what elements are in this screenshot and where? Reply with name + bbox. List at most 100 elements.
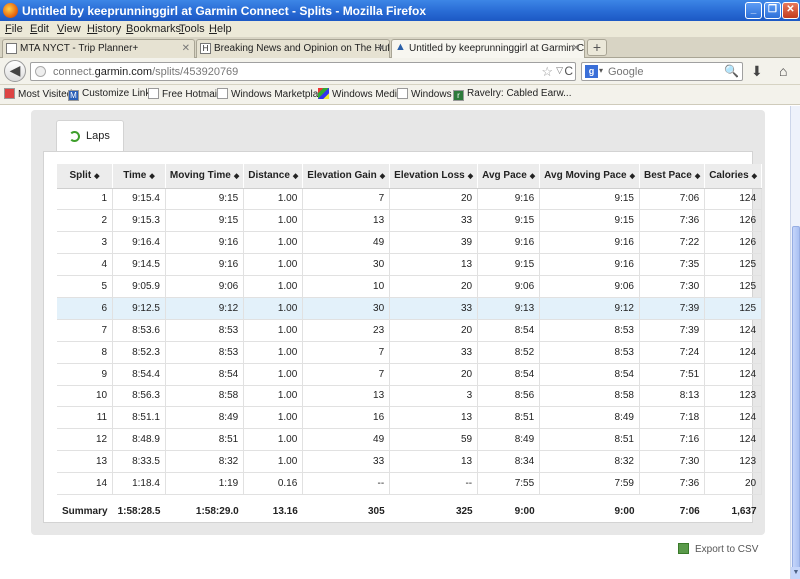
reload-icon[interactable]: C <box>564 64 573 78</box>
column-header-avg-pace[interactable]: Avg Pace ◆ <box>477 164 541 189</box>
table-row[interactable]: 10 8:56.3 8:58 1.00 13 3 8:56 8:58 8:13 123 <box>57 385 763 408</box>
maximize-button[interactable]: ❐ <box>764 2 781 19</box>
table-cell: 7:30 <box>639 275 706 298</box>
sort-icon[interactable]: ◆ <box>468 173 473 180</box>
menu-view[interactable]: View <box>57 23 81 35</box>
menu-edit[interactable]: Edit <box>30 23 49 35</box>
table-row[interactable]: 9 8:54.4 8:54 1.00 7 20 8:54 8:54 7:51 124 <box>57 363 763 386</box>
table-row[interactable]: 14 1:18.4 1:19 0.16 -- -- 7:55 7:59 7:36 20 <box>57 472 763 495</box>
export-csv-link[interactable]: Export to CSV <box>678 543 758 555</box>
bookmark-customize-links[interactable]: M Customize Links <box>68 88 155 101</box>
scrollbar-thumb[interactable] <box>792 226 800 579</box>
table-cell: 1.00 <box>243 253 304 277</box>
tab-huffington-post[interactable]: H Breaking News and Opinion on The Huffi… <box>196 39 390 58</box>
new-tab-button[interactable]: + <box>587 39 607 56</box>
splits-table: Split ◆ Time ◆ Moving Time ◆ Distance ◆ Elevatio… <box>57 164 763 527</box>
google-icon[interactable]: g <box>585 65 598 78</box>
menu-history[interactable]: History <box>87 23 121 35</box>
windows-logo-icon <box>318 88 329 99</box>
download-icon[interactable]: ⬇ <box>751 63 763 80</box>
column-header-best-pace[interactable]: Best Pace ◆ <box>639 164 706 189</box>
table-row[interactable]: 5 9:05.9 9:06 1.00 10 20 9:06 9:06 7:30 125 <box>57 275 763 298</box>
menu-help[interactable]: Help <box>209 23 232 35</box>
bookmark-windows-media[interactable]: Windows Media <box>318 88 403 100</box>
sort-icon[interactable]: ◆ <box>380 173 385 180</box>
minimize-button[interactable]: _ <box>745 2 762 19</box>
title-bar: Untitled by keeprunninggirl at Garmin Co… <box>0 0 800 21</box>
column-header-distance[interactable]: Distance ◆ <box>243 164 304 189</box>
bookmark-windows-marketplace[interactable]: Windows Marketplace <box>217 88 329 100</box>
back-button[interactable]: ◀ <box>4 60 26 82</box>
table-row[interactable]: 12 8:48.9 8:51 1.00 49 59 8:49 8:51 7:16 124 <box>57 428 763 452</box>
dropdown-icon[interactable]: ▽ <box>556 65 563 76</box>
sort-icon[interactable]: ◆ <box>234 173 239 180</box>
column-header-avg-moving-pace[interactable]: Avg Moving Pace ◆ <box>539 164 640 189</box>
close-tab-icon[interactable]: ✕ <box>377 40 385 57</box>
sort-icon[interactable]: ◆ <box>149 173 154 180</box>
table-cell: 1.00 <box>243 297 304 320</box>
sort-icon[interactable]: ◆ <box>752 173 757 180</box>
table-cell: 30 <box>302 297 391 320</box>
table-row[interactable]: 2 9:15.3 9:15 1.00 13 33 9:15 9:15 7:36 126 <box>57 209 763 233</box>
search-input[interactable] <box>608 65 718 79</box>
tab-label: Untitled by keeprunninggirl at Garmin Co… <box>409 43 585 54</box>
huffpost-icon: H <box>200 43 211 54</box>
column-header-elevation-loss[interactable]: Elevation Loss ◆ <box>389 164 479 189</box>
table-cell: 7:36 <box>639 209 706 233</box>
table-cell: 7:39 <box>639 297 706 320</box>
address-bar[interactable]: connect.garmin.com/splits/453920769 ☆ ▽ … <box>30 62 576 81</box>
close-tab-icon[interactable]: ✕ <box>182 40 190 57</box>
sort-icon[interactable]: ◆ <box>695 173 700 180</box>
table-row[interactable]: 7 8:53.6 8:53 1.00 23 20 8:54 8:53 7:39 124 <box>57 319 763 342</box>
sort-icon[interactable]: ◆ <box>630 173 635 180</box>
table-cell: 6 <box>57 297 114 320</box>
search-icon[interactable]: 🔍 <box>724 64 739 78</box>
bookmark-windows[interactable]: Windows <box>397 88 452 100</box>
tab-mta-trip-planner[interactable]: MTA NYCT - Trip Planner+ ✕ <box>2 39 195 58</box>
tab-laps[interactable]: Laps <box>56 120 124 152</box>
menu-file[interactable]: File <box>5 23 23 35</box>
table-row[interactable]: 4 9:14.5 9:16 1.00 30 13 9:15 9:16 7:35 125 <box>57 253 763 277</box>
table-cell: 8:53 <box>539 319 640 342</box>
table-header-row: Split ◆ Time ◆ Moving Time ◆ Distance ◆ Elevatio… <box>57 164 763 189</box>
table-cell: 8:49 <box>477 428 541 452</box>
tab-garmin-connect[interactable]: ▲ Untitled by keeprunninggirl at Garmin … <box>391 39 585 58</box>
bookmark-ravelry[interactable]: r Ravelry: Cabled Earw... <box>453 88 572 101</box>
close-tab-icon[interactable]: ✕ <box>572 40 580 57</box>
table-cell: 124 <box>704 341 763 364</box>
summary-cell: 1:58:28.5 <box>117 505 161 517</box>
summary-cell: 7:06 <box>679 505 700 517</box>
column-header-time[interactable]: Time ◆ <box>112 164 166 189</box>
table-cell: 30 <box>302 253 391 277</box>
summary-row: Summary 1:58:28.5 1:58:29.0 13.16 305 325 9:00… <box>57 494 762 527</box>
sort-icon[interactable]: ◆ <box>94 173 99 180</box>
table-cell: 8:49 <box>165 406 245 430</box>
sort-icon[interactable]: ◆ <box>293 173 298 180</box>
bookmark-most-visited[interactable]: Most Visited <box>4 88 72 100</box>
home-icon[interactable]: ⌂ <box>779 63 787 79</box>
table-row[interactable]: 1 9:15.4 9:15 1.00 7 20 9:16 9:15 7:06 124 <box>57 188 763 211</box>
bookmark-star-icon[interactable]: ☆ <box>541 64 553 80</box>
table-row[interactable]: 8 8:52.3 8:53 1.00 7 33 8:52 8:53 7:24 124 <box>57 341 763 364</box>
table-row[interactable]: 3 9:16.4 9:16 1.00 49 39 9:16 9:16 7:22 126 <box>57 231 763 255</box>
table-row[interactable]: 6 9:12.5 9:12 1.00 30 33 9:13 9:12 7:39 125 <box>57 297 763 320</box>
table-row[interactable]: 13 8:33.5 8:32 1.00 33 13 8:34 8:32 7:30 123 <box>57 450 763 474</box>
column-header-calories[interactable]: Calories ◆ <box>704 164 763 189</box>
engine-dropdown-icon[interactable]: ▾ <box>599 66 603 75</box>
column-header-elevation-gain[interactable]: Elevation Gain ◆ <box>302 164 391 189</box>
page-icon <box>6 43 17 54</box>
table-row[interactable]: 11 8:51.1 8:49 1.00 16 13 8:51 8:49 7:18 124 <box>57 406 763 430</box>
menu-bookmarks[interactable]: Bookmarks <box>126 23 181 35</box>
menu-tools[interactable]: Tools <box>179 23 205 35</box>
table-cell: 8:51.1 <box>112 406 166 430</box>
column-header-split[interactable]: Split ◆ <box>57 164 114 189</box>
sort-icon[interactable]: ◆ <box>530 173 535 180</box>
bookmark-free-hotmail[interactable]: Free Hotmail <box>148 88 219 100</box>
table-cell: 1.00 <box>243 363 304 386</box>
vertical-scrollbar[interactable]: ▼ <box>790 106 800 579</box>
table-cell: 5 <box>57 275 114 298</box>
scroll-down-arrow[interactable]: ▼ <box>791 567 800 579</box>
close-button[interactable]: ✕ <box>782 2 799 19</box>
table-cell: 7:24 <box>639 341 706 364</box>
column-header-moving-time[interactable]: Moving Time ◆ <box>165 164 245 189</box>
